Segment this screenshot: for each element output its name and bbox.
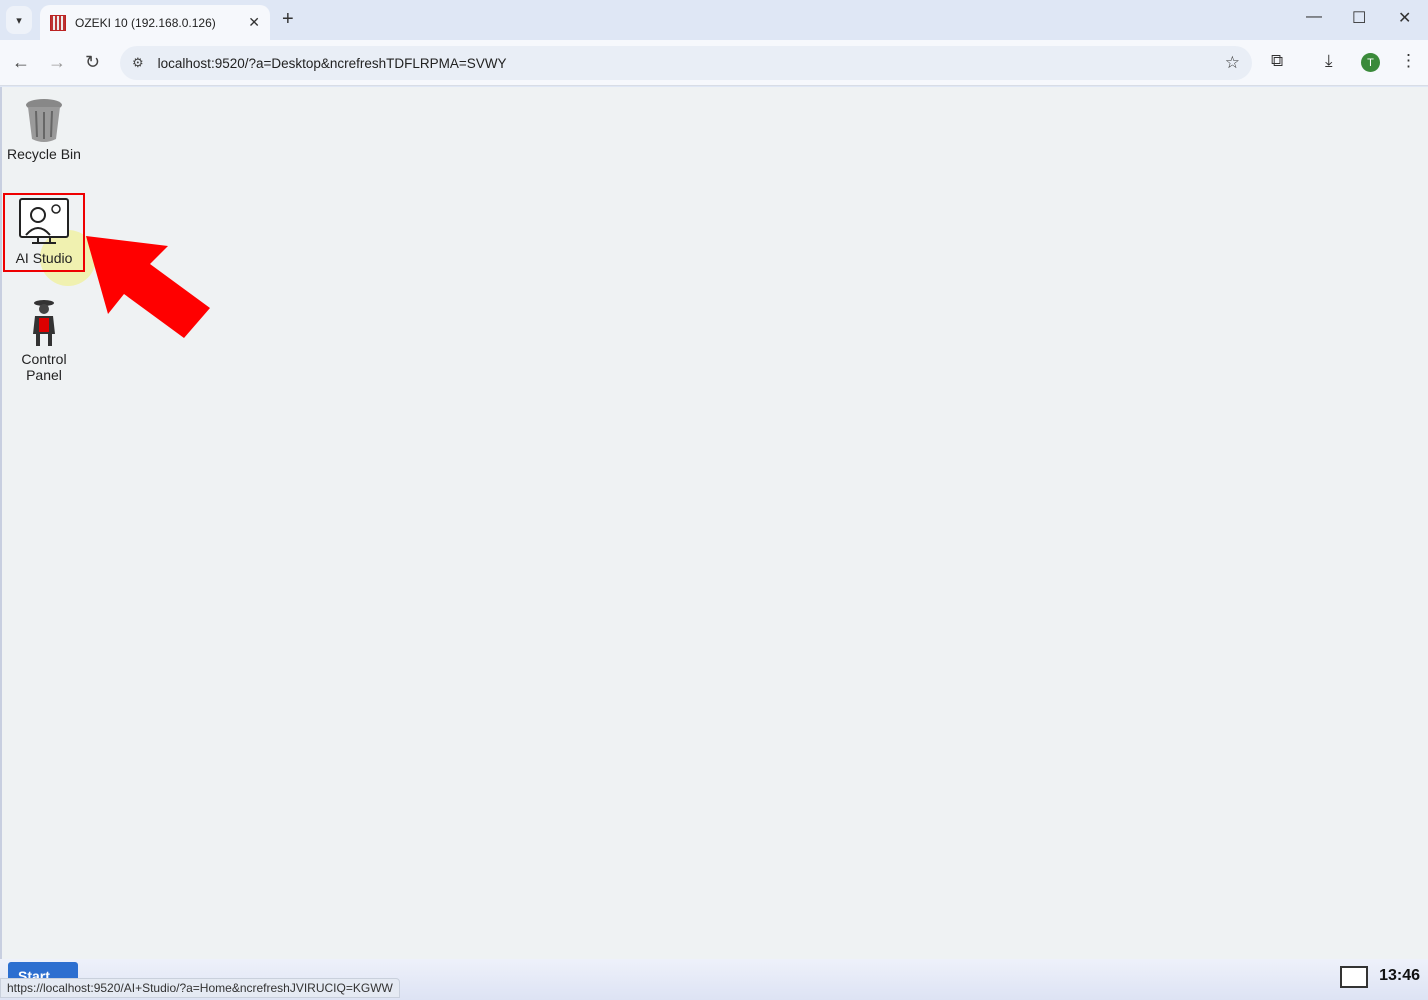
- address-bar[interactable]: ⚙ localhost:9520/?a=Desktop&ncrefreshTDF…: [120, 46, 1252, 80]
- reload-button[interactable]: ↻: [85, 52, 100, 73]
- keyboard-icon[interactable]: [1340, 966, 1368, 988]
- red-arrow-annotation: [86, 236, 210, 338]
- ozeki-favicon-icon: [50, 14, 66, 31]
- selection-annotation-box: [3, 193, 85, 272]
- desktop-icon-label: Recycle Bin: [7, 146, 81, 162]
- menu-icon[interactable]: ⋮: [1400, 51, 1417, 71]
- control-panel-icon: [33, 300, 55, 346]
- new-tab-button[interactable]: +: [282, 8, 294, 31]
- extensions-icon[interactable]: ⧉: [1271, 51, 1283, 71]
- tab-search-button[interactable]: ▾: [6, 6, 32, 34]
- desktop-icon-control-panel[interactable]: Control Panel: [4, 298, 84, 383]
- maximize-button[interactable]: ☐: [1352, 8, 1366, 28]
- site-info-icon[interactable]: ⚙: [132, 55, 144, 71]
- bookmark-star-icon[interactable]: ☆: [1225, 53, 1240, 73]
- download-icon[interactable]: ⤓: [1325, 51, 1333, 71]
- profile-avatar[interactable]: T: [1361, 53, 1380, 72]
- back-button[interactable]: ←: [12, 52, 30, 73]
- desktop-icon-label: Control Panel: [21, 351, 67, 383]
- forward-button[interactable]: →: [48, 52, 66, 73]
- link-status-bar: https://localhost:9520/AI+Studio/?a=Home…: [0, 978, 400, 998]
- minimize-button[interactable]: —: [1306, 8, 1322, 26]
- tab-title: OZEKI 10 (192.168.0.126): [75, 15, 216, 30]
- browser-toolbar: ← → ↻ ⚙ localhost:9520/?a=Desktop&ncrefr…: [0, 40, 1428, 86]
- desktop-icon-recycle-bin[interactable]: Recycle Bin: [4, 97, 84, 162]
- close-tab-icon[interactable]: ✕: [248, 14, 260, 31]
- recycle-bin-icon: [26, 99, 62, 142]
- url-text[interactable]: localhost:9520/?a=Desktop&ncrefreshTDFLR…: [158, 56, 507, 71]
- tab-bar: ▾ OZEKI 10 (192.168.0.126) ✕ + — ☐ ✕: [0, 0, 1428, 40]
- desktop: [0, 87, 1428, 959]
- close-window-button[interactable]: ✕: [1398, 8, 1411, 28]
- clock: 13:46: [1379, 967, 1420, 984]
- browser-tab[interactable]: OZEKI 10 (192.168.0.126) ✕: [40, 5, 270, 40]
